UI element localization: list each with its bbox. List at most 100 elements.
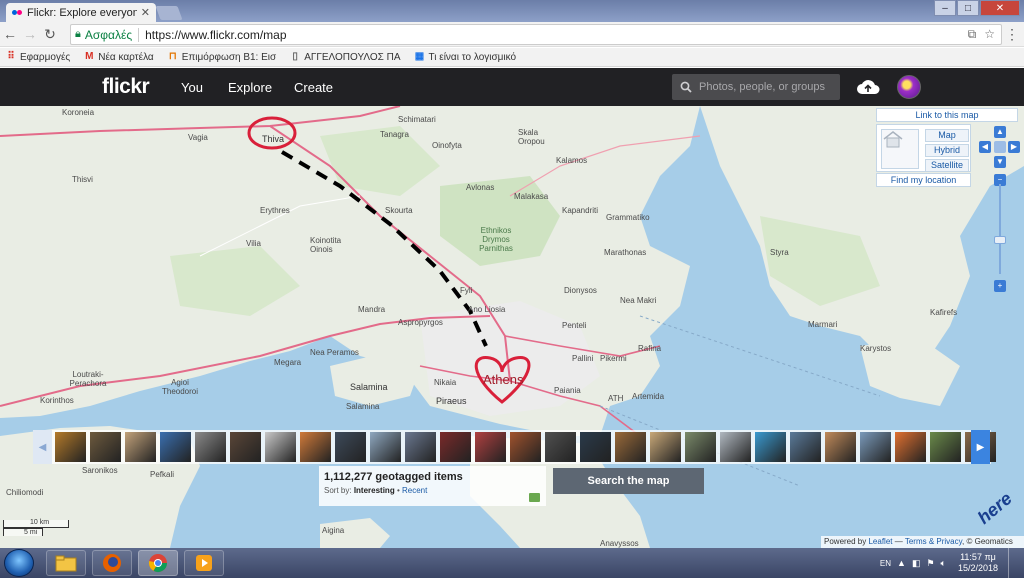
clock-date: 15/2/2018 <box>957 563 998 573</box>
zoom-in-button[interactable]: + <box>994 280 1006 292</box>
avatar[interactable] <box>897 75 921 99</box>
photo-thumbnail[interactable] <box>230 432 261 462</box>
map-label: Marmari <box>808 320 838 329</box>
show-desktop-button[interactable] <box>1008 548 1018 578</box>
bookmark-star-icon[interactable]: ☆ <box>984 27 995 42</box>
photo-thumbnail[interactable] <box>440 432 471 462</box>
map-type-hybrid[interactable]: Hybrid <box>925 144 969 157</box>
minimize-button[interactable]: – <box>934 0 956 16</box>
maximize-button[interactable]: □ <box>957 0 979 16</box>
terms-privacy-link[interactable]: Terms & Privacy <box>905 537 962 546</box>
pan-up-icon[interactable]: ▲ <box>994 126 1006 138</box>
nav-you[interactable]: You <box>181 80 203 95</box>
home-icon <box>883 131 903 148</box>
flickr-logo[interactable]: flickr <box>102 75 150 99</box>
divider <box>138 27 140 42</box>
url-input[interactable]: 🔒︎ Ασφαλές https://www.flickr.com/map ⧉ … <box>70 24 1002 45</box>
photo-thumbnail[interactable] <box>160 432 191 462</box>
map-label: Grammatiko <box>606 213 650 222</box>
start-button[interactable] <box>4 549 34 577</box>
search-input[interactable]: Photos, people, or groups <box>672 74 840 100</box>
photo-thumbnail[interactable] <box>335 432 366 462</box>
network-icon[interactable]: ◧ <box>912 558 921 569</box>
photo-thumbnail[interactable] <box>580 432 611 462</box>
language-indicator[interactable]: EN <box>880 559 891 568</box>
browser-tab[interactable]: Flickr: Explore everyone's ✕ <box>6 3 156 22</box>
slideshow-icon[interactable] <box>529 493 540 502</box>
photo-thumbnail[interactable] <box>650 432 681 462</box>
volume-icon[interactable]: 🔈︎ <box>941 558 946 569</box>
photo-thumbnail[interactable] <box>55 432 86 462</box>
map-area[interactable]: Koroneia Schimatari Vagia Thiva Tanagra … <box>0 106 1024 548</box>
map-type-satellite[interactable]: Satellite <box>925 159 969 172</box>
photo-thumbnail[interactable] <box>685 432 716 462</box>
pan-right-icon[interactable]: ▶ <box>1008 141 1020 153</box>
photo-thumbnail[interactable] <box>405 432 436 462</box>
tab-close-icon[interactable]: ✕ <box>141 6 150 19</box>
sort-interesting[interactable]: Interesting <box>354 486 395 495</box>
photo-thumbnail[interactable] <box>720 432 751 462</box>
photo-thumbnail[interactable] <box>615 432 646 462</box>
zoom-slider[interactable]: − + <box>994 174 1006 292</box>
translate-icon[interactable]: ⧉ <box>968 27 977 42</box>
search-the-map-button[interactable]: Search the map <box>553 468 704 494</box>
home-button[interactable] <box>881 129 919 169</box>
forward-arrow-icon[interactable]: → <box>20 26 40 42</box>
photo-thumbnail[interactable] <box>545 432 576 462</box>
clock[interactable]: 11:57 πμ 15/2/2018 <box>958 552 998 574</box>
map-label: Skourta <box>385 206 413 215</box>
upload-cloud-icon[interactable] <box>856 79 880 95</box>
map-type-map[interactable]: Map <box>925 129 969 142</box>
photo-thumbnail[interactable] <box>475 432 506 462</box>
bookmark-school[interactable]: ⊓ Επιμόρφωση Β1: Εισ <box>168 52 276 63</box>
photo-thumbnail[interactable] <box>265 432 296 462</box>
bookmark-page[interactable]: ▯ ΑΓΓΕΛΟΠΟΥΛΟΣ ΠΑ <box>290 52 400 63</box>
map-label: Megara <box>274 358 302 367</box>
flag-icon[interactable]: ⚑ <box>926 558 934 569</box>
photo-thumbnail[interactable] <box>825 432 856 462</box>
chrome-taskbar-item[interactable] <box>138 550 178 576</box>
pan-left-icon[interactable]: ◀ <box>979 141 991 153</box>
close-window-button[interactable]: ✕ <box>980 0 1020 16</box>
photo-thumbnail[interactable] <box>370 432 401 462</box>
pan-center-icon[interactable] <box>994 141 1006 153</box>
leaflet-link[interactable]: Leaflet <box>868 537 892 546</box>
chrome-menu-icon[interactable]: ⋮ <box>1002 26 1022 43</box>
photo-thumbnail[interactable] <box>930 432 961 462</box>
tray-expand-icon[interactable]: ▲ <box>897 558 906 568</box>
map-label: Penteli <box>562 321 587 330</box>
find-my-location-button[interactable]: Find my location <box>876 173 971 187</box>
photo-thumbnail[interactable] <box>755 432 786 462</box>
bookmark-apps[interactable]: ⠿ Εφαρμογές <box>6 52 70 63</box>
strip-prev-icon[interactable]: ◀ <box>33 430 52 464</box>
zoom-handle[interactable] <box>994 236 1006 244</box>
photo-thumbnail[interactable] <box>860 432 891 462</box>
map-label-athens: Athens <box>483 372 524 387</box>
photo-thumbnail[interactable] <box>125 432 156 462</box>
photo-thumbnail[interactable] <box>90 432 121 462</box>
back-arrow-icon[interactable]: ← <box>0 26 20 42</box>
photo-thumbnail[interactable] <box>195 432 226 462</box>
nav-explore[interactable]: Explore <box>228 80 272 95</box>
gmail-icon: M <box>85 51 94 62</box>
media-player-taskbar-item[interactable] <box>184 550 224 576</box>
photo-thumbnail[interactable] <box>510 432 541 462</box>
nav-create[interactable]: Create <box>294 80 333 95</box>
link-to-map-button[interactable]: Link to this map <box>876 108 1018 122</box>
photo-thumbnail[interactable] <box>895 432 926 462</box>
pan-down-icon[interactable]: ▼ <box>994 156 1006 168</box>
map-label: Skala Oropou <box>518 128 545 146</box>
sort-recent[interactable]: Recent <box>402 486 427 495</box>
new-tab-button[interactable] <box>155 6 183 20</box>
photo-thumbnail[interactable] <box>790 432 821 462</box>
map-label: Chiliomodi <box>6 488 44 497</box>
map-label: Salamina <box>350 382 388 392</box>
reload-icon[interactable]: ↻ <box>40 26 60 43</box>
explorer-taskbar-item[interactable] <box>46 550 86 576</box>
firefox-taskbar-item[interactable] <box>92 550 132 576</box>
bookmark-gmail[interactable]: M Νέα καρτέλα <box>84 51 154 63</box>
strip-next-icon[interactable]: ▶ <box>971 430 990 464</box>
bookmark-grid[interactable]: ▦ Τι είναι το λογισμικό <box>415 52 516 63</box>
photo-thumbnail[interactable] <box>300 432 331 462</box>
map-label: Karystos <box>860 344 892 353</box>
